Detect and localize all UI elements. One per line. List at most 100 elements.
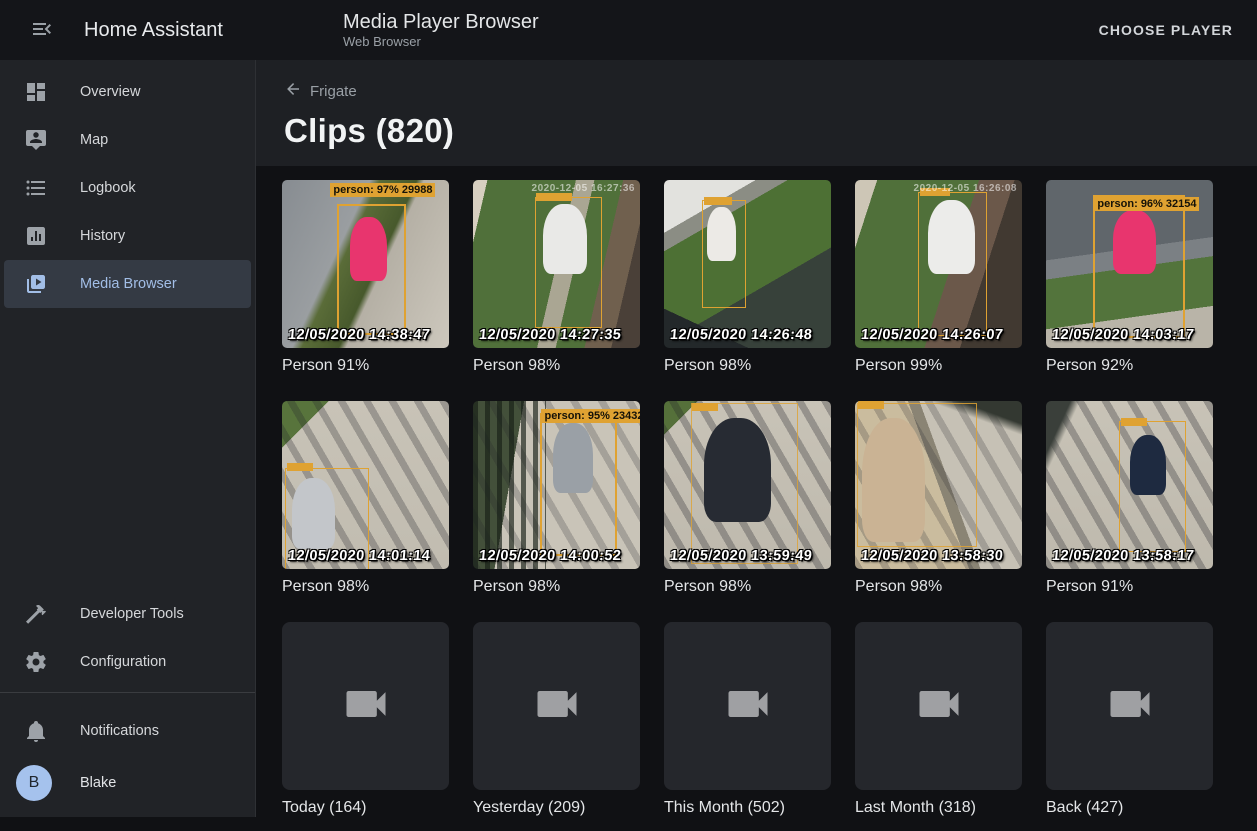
clip-thumbnail[interactable]: person: 95% 23432 12/05/2020 14:00:52 — [473, 401, 640, 569]
media-browser-header: Frigate Clips (820) — [256, 60, 1257, 166]
clip-thumbnail[interactable]: 12/05/2020 13:58:30 — [855, 401, 1022, 569]
clip-timestamp-overlay: 12/05/2020 13:58:30 — [860, 548, 1004, 564]
choose-player-button[interactable]: CHOOSE PLAYER — [1083, 12, 1249, 48]
sidebar-item-label: Configuration — [80, 654, 166, 670]
detection-bounding-box — [918, 192, 986, 336]
sidebar-item-label: Notifications — [80, 723, 159, 739]
clip-thumbnail[interactable]: person: 97% 29988 12/05/2020 14:38:47 — [282, 180, 449, 348]
clip-card[interactable]: person: 95% 23432 12/05/2020 14:00:52 Pe… — [473, 401, 640, 596]
clip-timestamp-overlay: 12/05/2020 14:38:47 — [287, 327, 431, 343]
folder-tile[interactable] — [855, 622, 1022, 790]
detection-label: person: 95% 23432 — [541, 409, 640, 423]
clip-caption: Person 98% — [855, 578, 1022, 596]
detection-bounding-box — [702, 200, 745, 308]
video-camera-icon — [340, 678, 392, 735]
folder-caption: Today (164) — [282, 799, 449, 817]
sidebar-toggle-button[interactable] — [20, 8, 64, 52]
page-heading: Clips (820) — [284, 112, 1229, 150]
detection-label — [536, 193, 572, 201]
folder-card-back[interactable]: Back (427) — [1046, 622, 1213, 817]
clip-caption: Person 98% — [473, 357, 640, 375]
clip-thumbnail[interactable]: 2020-12-05 16:27:36 12/05/2020 14:27:35 — [473, 180, 640, 348]
app-title: Home Assistant — [84, 19, 223, 42]
chart-box-icon — [24, 224, 48, 248]
clip-timestamp-overlay: 12/05/2020 14:26:48 — [669, 327, 813, 343]
clip-card[interactable]: person: 97% 29988 12/05/2020 14:38:47 Pe… — [282, 180, 449, 375]
user-name: Blake — [80, 775, 116, 791]
page-title-block: Media Player Browser Web Browser — [343, 10, 539, 50]
clip-thumbnail[interactable]: 12/05/2020 13:58:17 — [1046, 401, 1213, 569]
clip-caption: Person 91% — [1046, 578, 1213, 596]
clip-card[interactable]: person: 96% 32154 12/05/2020 14:03:17 Pe… — [1046, 180, 1213, 375]
clip-card[interactable]: 12/05/2020 14:01:14 Person 98% — [282, 401, 449, 596]
clip-caption: Person 99% — [855, 357, 1022, 375]
clip-card[interactable]: 12/05/2020 13:58:17 Person 91% — [1046, 401, 1213, 596]
clip-card[interactable]: 2020-12-05 16:27:36 12/05/2020 14:27:35 … — [473, 180, 640, 375]
clip-card[interactable]: 12/05/2020 13:58:30 Person 98% — [855, 401, 1022, 596]
page-title: Media Player Browser — [343, 10, 539, 34]
sidebar-header: Home Assistant — [0, 8, 256, 52]
hammer-icon — [24, 602, 48, 626]
sidebar-divider — [0, 692, 255, 693]
clip-thumbnail[interactable]: 12/05/2020 14:01:14 — [282, 401, 449, 569]
detection-bounding-box — [1093, 195, 1185, 338]
detection-label: person: 97% 29988 — [330, 183, 435, 197]
clip-thumbnail[interactable]: 2020-12-05 16:26:08 12/05/2020 14:26:07 — [855, 180, 1022, 348]
folder-card-last-month[interactable]: Last Month (318) — [855, 622, 1022, 817]
account-tooltip-icon — [24, 128, 48, 152]
folder-card-today[interactable]: Today (164) — [282, 622, 449, 817]
sidebar-item-label: Map — [80, 132, 108, 148]
bell-icon — [24, 719, 48, 743]
sidebar-item-configuration[interactable]: Configuration — [4, 638, 251, 686]
clip-timestamp-overlay: 12/05/2020 14:27:35 — [478, 327, 622, 343]
sidebar-item-map[interactable]: Map — [4, 116, 251, 164]
sidebar-item-developer-tools[interactable]: Developer Tools — [4, 590, 251, 638]
breadcrumb-back[interactable]: Frigate — [284, 80, 357, 102]
clip-caption: Person 98% — [473, 578, 640, 596]
detection-bounding-box — [691, 403, 798, 564]
clip-caption: Person 98% — [664, 578, 831, 596]
detection-bounding-box — [540, 413, 617, 556]
clip-card[interactable]: 2020-12-05 16:26:08 12/05/2020 14:26:07 … — [855, 180, 1022, 375]
folder-caption: Yesterday (209) — [473, 799, 640, 817]
clip-timestamp-overlay: 12/05/2020 14:00:52 — [478, 548, 622, 564]
clip-thumbnail[interactable]: person: 96% 32154 12/05/2020 14:03:17 — [1046, 180, 1213, 348]
sidebar-item-logbook[interactable]: Logbook — [4, 164, 251, 212]
clip-caption: Person 92% — [1046, 357, 1213, 375]
clip-timestamp-overlay: 12/05/2020 14:01:14 — [287, 548, 431, 564]
video-camera-icon — [1104, 678, 1156, 735]
video-camera-icon — [722, 678, 774, 735]
clip-caption: Person 98% — [282, 578, 449, 596]
folder-caption: This Month (502) — [664, 799, 831, 817]
sidebar-item-user-profile[interactable]: B Blake — [4, 755, 251, 811]
detection-label — [858, 401, 884, 409]
clip-timestamp-overlay: 12/05/2020 14:03:17 — [1051, 327, 1195, 343]
folder-tile[interactable] — [664, 622, 831, 790]
folder-tile[interactable] — [282, 622, 449, 790]
folder-card-yesterday[interactable]: Yesterday (209) — [473, 622, 640, 817]
clip-card[interactable]: 12/05/2020 14:26:48 Person 98% — [664, 180, 831, 375]
sidebar-item-media-browser[interactable]: Media Browser — [4, 260, 251, 308]
detection-bounding-box — [1119, 421, 1186, 552]
folder-tile[interactable] — [1046, 622, 1213, 790]
clip-timestamp-overlay: 12/05/2020 14:26:07 — [860, 327, 1004, 343]
folder-caption: Back (427) — [1046, 799, 1213, 817]
clip-thumbnail[interactable]: 12/05/2020 14:26:48 — [664, 180, 831, 348]
sidebar-item-notifications[interactable]: Notifications — [4, 707, 251, 755]
folder-tile[interactable] — [473, 622, 640, 790]
video-camera-icon — [913, 678, 965, 735]
clip-card[interactable]: 12/05/2020 13:59:49 Person 98% — [664, 401, 831, 596]
sidebar-item-label: Overview — [80, 84, 140, 100]
camera-osd-timestamp: 2020-12-05 16:26:08 — [914, 183, 1017, 194]
sidebar-item-label: Developer Tools — [80, 606, 184, 622]
sidebar-item-overview[interactable]: Overview — [4, 68, 251, 116]
gear-icon — [24, 650, 48, 674]
clip-timestamp-overlay: 12/05/2020 13:59:49 — [669, 548, 813, 564]
top-app-bar: Home Assistant Media Player Browser Web … — [0, 0, 1257, 60]
clip-thumbnail[interactable]: 12/05/2020 13:59:49 — [664, 401, 831, 569]
folder-card-this-month[interactable]: This Month (502) — [664, 622, 831, 817]
sidebar-item-history[interactable]: History — [4, 212, 251, 260]
detection-label — [287, 463, 313, 471]
media-browser-content: Frigate Clips (820) person: 97% 29988 12… — [256, 60, 1257, 817]
detection-label — [704, 197, 732, 205]
